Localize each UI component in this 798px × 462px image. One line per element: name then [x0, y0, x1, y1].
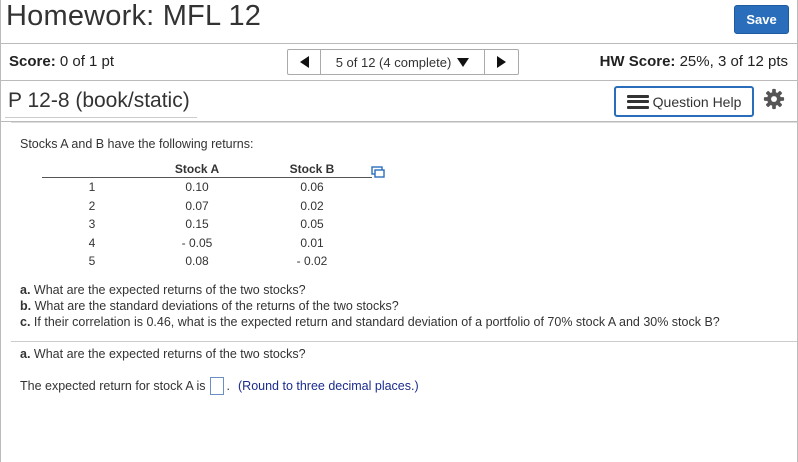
- problem-title: P 12-8 (book/static): [8, 89, 190, 112]
- returns-table: Stock A Stock B 1 0.10 0.06 2 0.07 0.02 …: [42, 160, 372, 271]
- question-help-button[interactable]: Question Help: [614, 86, 754, 117]
- question-navigator: 5 of 12 (4 complete): [287, 49, 519, 76]
- question-intro: Stocks A and B have the following return…: [20, 137, 254, 151]
- section-divider: [11, 341, 797, 342]
- current-part-heading: a. What are the expected returns of the …: [20, 347, 306, 361]
- table-row: 3 0.15 0.05: [42, 215, 372, 234]
- score-label: Score:: [9, 53, 56, 70]
- score-bar: Score: 0 of 1 pt 5 of 12 (4 complete) HW…: [1, 43, 797, 81]
- table-cell: 5: [88, 254, 96, 269]
- question-label: c.: [20, 315, 31, 329]
- problem-title-underline: [5, 117, 197, 118]
- table-cell: - 0.02: [296, 254, 328, 269]
- answer-suffix: .: [226, 379, 230, 393]
- table-header-cell: [42, 160, 142, 178]
- table-cell: - 0.05: [181, 235, 213, 250]
- table-cell: 2: [88, 198, 96, 213]
- table-row: 2 0.07 0.02: [42, 197, 372, 216]
- question-text: If their correlation is 0.46, what is th…: [33, 315, 720, 329]
- table-header-row: Stock A Stock B: [42, 160, 372, 178]
- next-question-button[interactable]: [485, 49, 519, 75]
- table-cell: 0.05: [300, 217, 324, 232]
- problem-bar: P 12-8 (book/static) Question Help: [1, 82, 797, 122]
- list-icon: [626, 94, 649, 109]
- title-bar: Homework: MFL 12 Save: [1, 0, 797, 40]
- table-cell: 0.06: [300, 180, 324, 195]
- question-list: a. What are the expected returns of the …: [20, 282, 720, 330]
- table-header-cell: Stock A: [142, 160, 252, 178]
- hw-score: HW Score: 25%, 3 of 12 pts: [600, 53, 788, 70]
- answer-line: The expected return for stock A is . (Ro…: [20, 377, 419, 395]
- hw-score-label: HW Score:: [599, 53, 676, 70]
- question-item-c: c. If their correlation is 0.46, what is…: [20, 314, 720, 330]
- hw-score-value: 25%, 3 of 12 pts: [679, 53, 788, 70]
- question-item-a: a. What are the expected returns of the …: [20, 282, 720, 298]
- part-label: a.: [20, 347, 31, 361]
- score: Score: 0 of 1 pt: [9, 53, 114, 70]
- answer-input[interactable]: [209, 377, 224, 395]
- question-select-dropdown[interactable]: 5 of 12 (4 complete): [321, 49, 485, 75]
- content-divider-top: [11, 122, 797, 123]
- table-cell: 1: [88, 180, 96, 195]
- table-row: 1 0.10 0.06: [42, 178, 372, 197]
- table-cell: 4: [88, 235, 96, 250]
- question-text: What are the standard deviations of the …: [34, 299, 399, 313]
- table-row: 5 0.08 - 0.02: [42, 252, 372, 271]
- question-content: Stocks A and B have the following return…: [1, 122, 797, 462]
- question-text: What are the expected returns of the two…: [33, 283, 306, 297]
- triangle-left-icon: [299, 56, 309, 68]
- table-header-cell: Stock B: [252, 160, 372, 178]
- table-cell: 3: [88, 217, 96, 232]
- part-text: What are the expected returns of the two…: [33, 347, 306, 361]
- table-cell: 0.02: [300, 198, 324, 213]
- save-button[interactable]: Save: [734, 5, 789, 34]
- rounding-hint: (Round to three decimal places.): [238, 379, 419, 393]
- table-cell: 0.01: [300, 235, 324, 250]
- previous-question-button[interactable]: [287, 49, 321, 75]
- table-row: 4 - 0.05 0.01: [42, 234, 372, 253]
- question-select-label: 5 of 12 (4 complete): [335, 54, 452, 70]
- question-help-label: Question Help: [652, 93, 742, 110]
- question-label: a.: [20, 283, 31, 297]
- table-cell: 0.08: [185, 254, 209, 269]
- answer-prompt: The expected return for stock A is: [20, 379, 206, 393]
- table-cell: 0.15: [185, 217, 209, 232]
- triangle-right-icon: [497, 56, 506, 68]
- copy-icon[interactable]: [371, 166, 385, 178]
- table-cell: 0.10: [185, 180, 209, 195]
- gear-icon[interactable]: [763, 88, 785, 110]
- score-value: 0 of 1 pt: [59, 53, 115, 70]
- question-label: b.: [20, 299, 32, 313]
- question-item-b: b. What are the standard deviations of t…: [20, 298, 720, 314]
- table-cell: 0.07: [185, 198, 209, 213]
- app-title: Homework: MFL 12: [6, 0, 262, 32]
- triangle-down-icon: [457, 57, 470, 67]
